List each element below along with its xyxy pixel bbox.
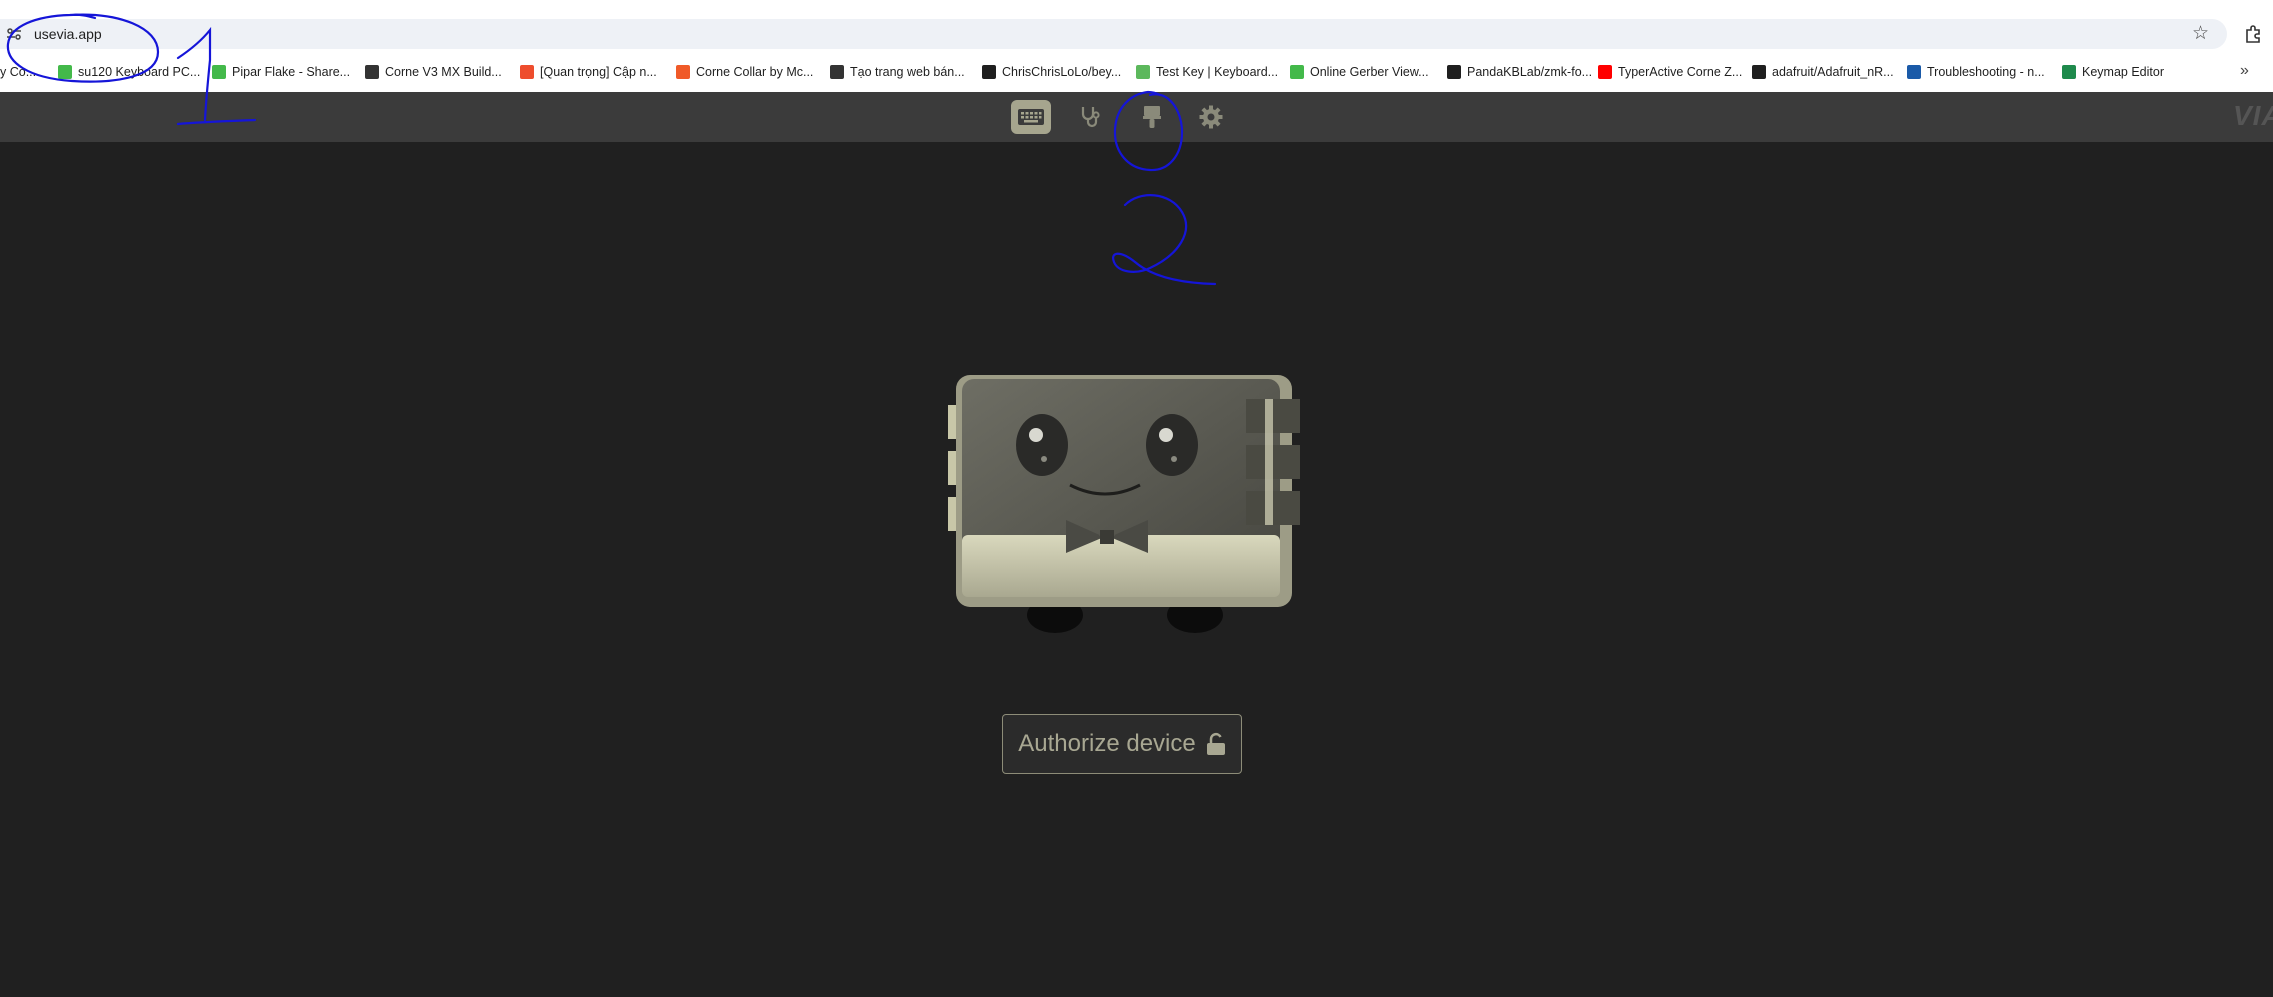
bookmark-item[interactable]: Corne Collar by Mc... bbox=[676, 60, 813, 84]
paintbrush-icon bbox=[1143, 106, 1161, 128]
store-icon bbox=[676, 65, 690, 79]
bookmark-item[interactable]: Test Key | Keyboard... bbox=[1136, 60, 1278, 84]
build-icon bbox=[365, 65, 379, 79]
keyboard-tester-icon bbox=[1136, 65, 1150, 79]
bookmarks-bar: y Co... su120 Keyboard PC... Pipar Flake -… bbox=[0, 60, 2273, 84]
nav-test-button[interactable] bbox=[1071, 100, 1111, 134]
bookmark-label: Keymap Editor bbox=[2082, 65, 2164, 79]
bookmark-label: y Co... bbox=[0, 65, 37, 79]
bookmark-label: Corne V3 MX Build... bbox=[385, 65, 502, 79]
easyeda-icon bbox=[1290, 65, 1304, 79]
bookmark-item[interactable]: y Co... bbox=[0, 60, 36, 84]
site-info-icon[interactable] bbox=[6, 27, 22, 41]
bookmark-item[interactable]: PandaKBLab/zmk-fo... bbox=[1447, 60, 1592, 84]
bookmark-item[interactable]: Corne V3 MX Build... bbox=[365, 60, 502, 84]
screen: usevia.app ☆ y Co... su120 Keyboard PC...… bbox=[0, 0, 2273, 997]
bookmark-label: TyperActive Corne Z... bbox=[1618, 65, 1743, 79]
stethoscope-icon bbox=[1081, 107, 1100, 128]
bookmark-label: Troubleshooting - n... bbox=[1927, 65, 2045, 79]
chatgpt-icon bbox=[830, 65, 844, 79]
bookmark-item[interactable]: Pipar Flake - Share... bbox=[212, 60, 350, 84]
bookmark-item[interactable]: Keymap Editor bbox=[2062, 60, 2164, 84]
via-robot-mascot-image bbox=[948, 375, 1300, 633]
bookmark-label: Pipar Flake - Share... bbox=[232, 65, 351, 79]
url-text[interactable]: usevia.app bbox=[34, 26, 102, 42]
bookmark-item[interactable]: Tạo trang web bán... bbox=[830, 60, 965, 84]
keymap-icon bbox=[2062, 65, 2076, 79]
bookmark-item[interactable]: Troubleshooting - n... bbox=[1907, 60, 2045, 84]
easyeda-icon bbox=[212, 65, 226, 79]
extensions-icon[interactable] bbox=[2243, 23, 2265, 45]
authorize-device-label: Authorize device bbox=[1018, 730, 1196, 757]
bookmark-label: su120 Keyboard PC... bbox=[78, 65, 201, 79]
nav-design-button[interactable] bbox=[1132, 100, 1172, 134]
bookmark-label: Online Gerber View... bbox=[1310, 65, 1429, 79]
github-icon bbox=[1447, 65, 1461, 79]
bookmark-item[interactable]: TyperActive Corne Z... bbox=[1598, 60, 1742, 84]
github-icon bbox=[982, 65, 996, 79]
bookmark-item[interactable]: su120 Keyboard PC... bbox=[58, 60, 200, 84]
nrf-icon bbox=[1907, 65, 1921, 79]
shopee-icon bbox=[520, 65, 534, 79]
bookmark-label: PandaKBLab/zmk-fo... bbox=[1467, 65, 1593, 79]
nav-configure-button[interactable] bbox=[1011, 100, 1051, 134]
bookmark-item[interactable]: Online Gerber View... bbox=[1290, 60, 1429, 84]
bookmark-label: Test Key | Keyboard... bbox=[1156, 65, 1279, 79]
nav-settings-button[interactable] bbox=[1191, 100, 1231, 134]
keyboard-icon bbox=[1018, 109, 1044, 125]
bookmark-star-icon[interactable]: ☆ bbox=[2192, 24, 2209, 44]
bookmark-label: adafruit/Adafruit_nR... bbox=[1772, 65, 1894, 79]
more-bookmarks-icon[interactable]: » bbox=[2240, 60, 2249, 82]
app-nav: VIA bbox=[0, 92, 2273, 142]
bookmark-label: Corne Collar by Mc... bbox=[696, 65, 814, 79]
unlock-icon bbox=[1206, 732, 1225, 755]
address-bar[interactable]: usevia.app ☆ bbox=[0, 19, 2227, 49]
authorize-device-button[interactable]: Authorize device bbox=[1002, 714, 1242, 774]
youtube-icon bbox=[1598, 65, 1612, 79]
gear-icon bbox=[1199, 105, 1223, 129]
bookmark-label: [Quan trọng] Cập n... bbox=[540, 65, 657, 79]
bookmark-item[interactable]: ChrisChrisLoLo/bey... bbox=[982, 60, 1121, 84]
via-logo: VIA bbox=[2233, 100, 2273, 131]
github-icon bbox=[1752, 65, 1766, 79]
bookmark-label: ChrisChrisLoLo/bey... bbox=[1002, 65, 1122, 79]
browser-chrome: usevia.app ☆ y Co... su120 Keyboard PC...… bbox=[0, 0, 2273, 92]
easyeda-icon bbox=[58, 65, 72, 79]
bookmark-item[interactable]: [Quan trọng] Cập n... bbox=[520, 60, 657, 84]
bookmark-label: Tạo trang web bán... bbox=[850, 65, 965, 79]
bookmark-item[interactable]: adafruit/Adafruit_nR... bbox=[1752, 60, 1894, 84]
